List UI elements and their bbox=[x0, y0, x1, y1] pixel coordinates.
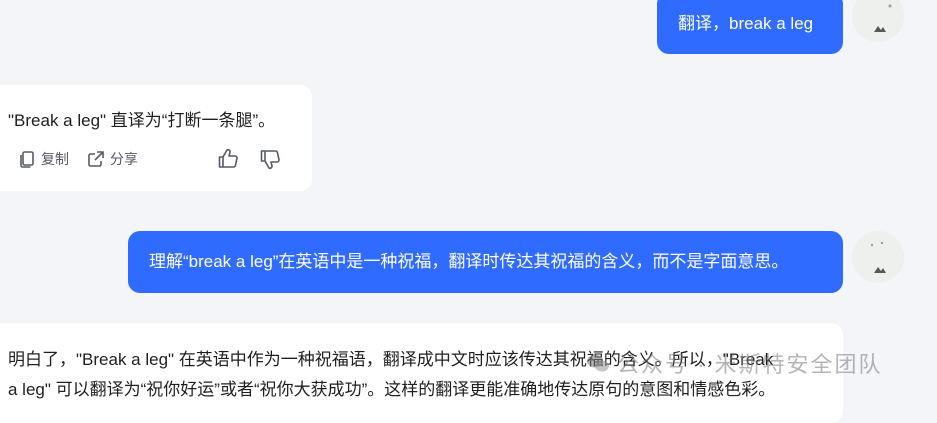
ai-message-2-line-1: 明白了，"Break a leg" 在英语中作为一种祝福语，翻译成中文时应该传达… bbox=[8, 350, 774, 369]
user-message-2: 理解“break a leg”在英语中是一种祝福，翻译时传达其祝福的含义，而不是… bbox=[128, 231, 843, 293]
share-icon bbox=[88, 151, 104, 167]
ai-message-1: "Break a leg" 直译为“打断一条腿”。 复制 分享 bbox=[0, 85, 312, 191]
user-message-1: 翻译，break a leg bbox=[657, 0, 843, 54]
copy-label: 复制 bbox=[41, 151, 69, 167]
user-message-2-text: 理解“break a leg”在英语中是一种祝福，翻译时传达其祝福的含义，而不是… bbox=[149, 252, 789, 271]
message-actions: 复制 分享 bbox=[17, 149, 138, 169]
thumbs-down-icon[interactable] bbox=[258, 147, 282, 171]
copy-button[interactable]: 复制 bbox=[17, 149, 69, 169]
thumbs-up-icon[interactable] bbox=[216, 147, 240, 171]
ai-message-2: 明白了，"Break a leg" 在英语中作为一种祝福语，翻译成中文时应该传达… bbox=[0, 323, 843, 423]
user-avatar bbox=[852, 0, 904, 42]
user-message-1-text: 翻译，break a leg bbox=[678, 14, 814, 33]
share-button[interactable]: 分享 bbox=[86, 149, 138, 169]
ai-message-2-line-2: a leg" 可以翻译为“祝你好运”或者“祝你大获成功”。这样的翻译更能准确地传… bbox=[8, 380, 776, 399]
avatar-image bbox=[852, 231, 904, 283]
copy-icon bbox=[20, 151, 34, 168]
user-avatar bbox=[852, 231, 904, 283]
avatar-image bbox=[852, 0, 904, 42]
share-label: 分享 bbox=[110, 151, 138, 167]
ai-message-1-text: "Break a leg" 直译为“打断一条腿”。 bbox=[8, 111, 276, 130]
